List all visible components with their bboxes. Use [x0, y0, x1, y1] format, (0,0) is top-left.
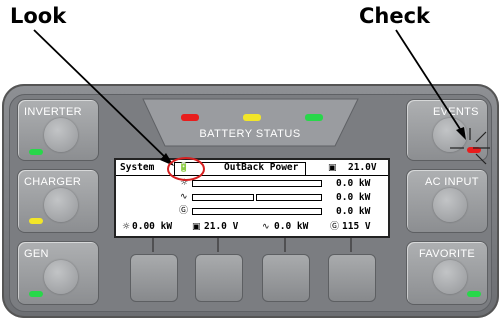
- blink-sparkle-icon: [450, 128, 490, 165]
- highlight-circle: [167, 157, 205, 181]
- callout-overlay: [33, 29, 490, 181]
- look-arrow: [33, 29, 169, 161]
- check-arrow: [395, 29, 463, 133]
